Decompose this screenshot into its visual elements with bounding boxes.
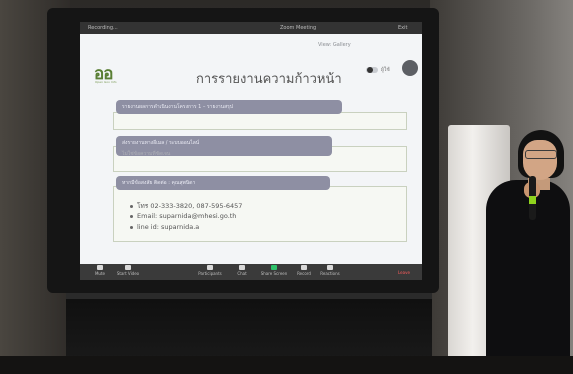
presenter-body [486, 180, 570, 374]
participants-button[interactable]: Participants [196, 265, 224, 276]
chat-label: Chat [237, 271, 247, 276]
floor [0, 356, 573, 374]
exit-fullscreen[interactable]: Exit [398, 22, 407, 34]
submission-note: ไม่ใช่ข้อความที่ชัดเจน [122, 151, 171, 157]
pill-contact: หากมีข้อสงสัย ติดต่อ : คุณสุพนิดา [116, 176, 330, 190]
zoom-top-bar: Recording... Zoom Meeting Exit [80, 22, 422, 34]
view-toggle[interactable]: View: Gallery [318, 42, 351, 48]
mute-label: Mute [94, 271, 105, 276]
contact-email: Email: suparnida@mhesi.go.th [130, 212, 236, 220]
recording-indicator: Recording... [88, 25, 118, 31]
share-screen-label: Share Screen [260, 271, 288, 276]
toggle-knob [367, 67, 373, 73]
microphone-band [529, 196, 536, 204]
logo: ออ Open Gov Info [94, 60, 124, 86]
slide-title: การรายงานความก้าวหน้า [196, 72, 342, 87]
meeting-title: Zoom Meeting [280, 25, 317, 31]
glasses [525, 150, 557, 159]
presenter-face [523, 140, 557, 180]
bullet [130, 214, 133, 218]
bullet [130, 204, 133, 208]
chat-button[interactable]: Chat [228, 265, 256, 276]
avatar [402, 60, 418, 76]
leave-button[interactable]: Leave [398, 270, 410, 275]
pill-progress-report: รายงานผลการดำเนินงานโครงการ 1 – รายงานสร… [116, 100, 342, 114]
share-screen-button[interactable]: Share Screen [260, 265, 288, 276]
bullet [130, 225, 133, 229]
microphone-icon [97, 265, 103, 270]
contact-line-text: line id: suparnida.a [137, 223, 200, 231]
logo-caption: Open Gov Info [95, 80, 117, 84]
contact-phone-text: โทร 02-333-3820, 087-595-6457 [137, 202, 243, 210]
contact-line: line id: suparnida.a [130, 223, 199, 231]
record-icon [301, 265, 307, 270]
record-label: Record [297, 271, 311, 276]
start-video-label: Start Video [116, 271, 140, 276]
people-icon [207, 265, 213, 270]
reactions-button[interactable]: Reactions [316, 265, 344, 276]
mute-button[interactable]: Mute [86, 265, 114, 276]
start-video-button[interactable]: Start Video [114, 265, 142, 276]
record-button[interactable]: Record [290, 265, 318, 276]
camera-icon [125, 265, 131, 270]
chat-icon [239, 265, 245, 270]
contact-email-text: Email: suparnida@mhesi.go.th [137, 212, 237, 220]
stand-rail [66, 293, 432, 299]
share-icon [271, 265, 277, 270]
contact-phone: โทร 02-333-3820, 087-595-6457 [130, 201, 242, 211]
reactions-label: Reactions [320, 271, 340, 276]
card-progress-report [113, 112, 407, 130]
toggle-label: ผู้ใช้ [381, 67, 390, 73]
participants-label: Participants [198, 271, 222, 276]
smile-icon [327, 265, 333, 270]
